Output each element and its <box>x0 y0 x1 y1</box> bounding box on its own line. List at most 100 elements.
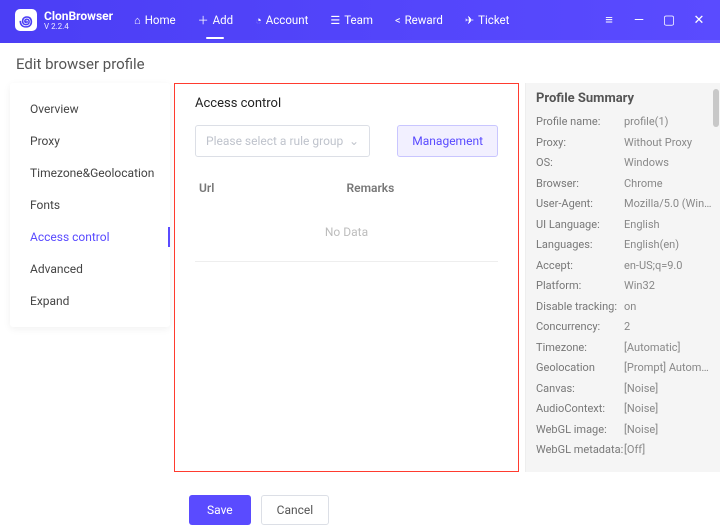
maximize-button[interactable]: ▢ <box>654 5 684 35</box>
summary-label: Concurrency: <box>536 319 624 336</box>
sidebar-item-overview[interactable]: Overview <box>10 93 170 125</box>
summary-label: Platform: <box>536 278 624 295</box>
footer-actions: Save Cancel <box>189 495 329 525</box>
summary-row: Geolocation[Prompt] Automatic <box>536 358 712 379</box>
scrollbar[interactable] <box>713 89 719 127</box>
nav-add[interactable]: ＋ Add <box>187 0 244 40</box>
summary-row: Profile name:profile(1) <box>536 112 712 133</box>
summary-row: Canvas:[Noise] <box>536 379 712 400</box>
home-icon: ⌂ <box>134 14 141 27</box>
summary-value: [Noise] <box>624 422 658 439</box>
summary-row: AudioContext:[Noise] <box>536 399 712 420</box>
menu-icon[interactable]: ≡ <box>594 5 624 35</box>
summary-row: WebGL image:[Noise] <box>536 420 712 441</box>
app-name: ClonBrowser <box>44 10 113 22</box>
summary-value: en-US;q=9.0 <box>624 258 683 275</box>
summary-row: Accept:en-US;q=9.0 <box>536 256 712 277</box>
profile-summary-panel: Profile Summary Profile name:profile(1)P… <box>525 83 720 472</box>
rule-group-select[interactable]: Please select a rule group ⌄ <box>195 125 370 157</box>
app-logo-icon: ꩜ <box>15 9 37 31</box>
share-icon: < <box>395 14 401 27</box>
user-icon: ◔ <box>255 14 262 27</box>
summary-label: Profile name: <box>536 114 624 131</box>
summary-row: UI Language:English <box>536 215 712 236</box>
brand: ꩜ ClonBrowser V 2.2.4 <box>0 9 123 31</box>
summary-label: WebGL metadata: <box>536 442 624 459</box>
summary-value: English <box>624 217 660 234</box>
summary-value: Windows <box>624 155 669 172</box>
sidebar-item-fonts[interactable]: Fonts <box>10 189 170 221</box>
top-bar: ꩜ ClonBrowser V 2.2.4 ⌂Home ＋ Add ◔ Accoun… <box>0 0 720 40</box>
nav-tabs: ⌂Home ＋ Add ◔ Account ☰ Team <Reward ✈ Ticke… <box>123 0 520 40</box>
summary-value: Mozilla/5.0 (Windows NT 1... <box>624 196 712 213</box>
summary-row: User-Agent:Mozilla/5.0 (Windows NT 1... <box>536 194 712 215</box>
summary-label: Timezone: <box>536 340 624 357</box>
team-icon: ☰ <box>330 14 340 27</box>
summary-row: Platform:Win32 <box>536 276 712 297</box>
summary-label: Languages: <box>536 237 624 254</box>
summary-value: [Noise] <box>624 401 658 418</box>
sidebar-item-expand[interactable]: Expand <box>10 285 170 317</box>
page-title: Edit browser profile <box>0 43 720 83</box>
summary-row: Disable tracking:on <box>536 297 712 318</box>
close-button[interactable]: ✕ <box>684 5 714 35</box>
summary-label: Geolocation <box>536 360 624 377</box>
save-button[interactable]: Save <box>189 495 251 525</box>
col-url: Url <box>199 181 347 195</box>
plus-icon: ＋ <box>198 12 209 28</box>
table-header: Url Remarks <box>195 173 498 203</box>
nav-label: Ticket <box>478 13 509 27</box>
window-controls: ≡ — ▢ ✕ <box>594 5 720 35</box>
sidebar: Overview Proxy Timezone&Geolocation Font… <box>10 83 170 327</box>
nav-label: Team <box>344 13 373 27</box>
nav-label: Account <box>266 13 309 27</box>
send-icon: ✈ <box>465 14 474 27</box>
summary-value: on <box>624 299 636 316</box>
summary-value: [Prompt] Automatic <box>624 360 712 377</box>
select-placeholder: Please select a rule group <box>206 134 343 148</box>
summary-value: profile(1) <box>624 114 668 131</box>
summary-label: Browser: <box>536 176 624 193</box>
summary-label: WebGL image: <box>536 422 624 439</box>
section-title: Access control <box>195 96 498 111</box>
nav-ticket[interactable]: ✈ Ticket <box>454 0 520 40</box>
chevron-down-icon: ⌄ <box>349 134 359 148</box>
nav-team[interactable]: ☰ Team <box>319 0 384 40</box>
nav-label: Add <box>213 13 233 27</box>
summary-title: Profile Summary <box>536 91 712 106</box>
summary-value: Without Proxy <box>624 135 692 152</box>
nav-reward[interactable]: <Reward <box>384 0 454 40</box>
summary-row: OS:Windows <box>536 153 712 174</box>
summary-value: English(en) <box>624 237 679 254</box>
summary-label: User-Agent: <box>536 196 624 213</box>
summary-label: AudioContext: <box>536 401 624 418</box>
minimize-button[interactable]: — <box>624 5 654 35</box>
management-button[interactable]: Management <box>397 125 498 157</box>
summary-row: Concurrency:2 <box>536 317 712 338</box>
summary-label: Accept: <box>536 258 624 275</box>
sidebar-item-proxy[interactable]: Proxy <box>10 125 170 157</box>
summary-label: Canvas: <box>536 381 624 398</box>
summary-value: 2 <box>624 319 630 336</box>
cancel-button[interactable]: Cancel <box>261 495 330 525</box>
summary-row: Browser:Chrome <box>536 174 712 195</box>
summary-row: Proxy:Without Proxy <box>536 133 712 154</box>
summary-row: Timezone:[Automatic] <box>536 338 712 359</box>
summary-label: OS: <box>536 155 624 172</box>
summary-value: Win32 <box>624 278 655 295</box>
summary-value: [Off] <box>624 442 645 459</box>
sidebar-item-advanced[interactable]: Advanced <box>10 253 170 285</box>
summary-value: [Noise] <box>624 381 658 398</box>
summary-row: WebGL metadata:[Off] <box>536 440 712 461</box>
summary-label: Proxy: <box>536 135 624 152</box>
summary-label: Disable tracking: <box>536 299 624 316</box>
summary-label: UI Language: <box>536 217 624 234</box>
app-version: V 2.2.4 <box>44 22 113 31</box>
summary-row: Languages:English(en) <box>536 235 712 256</box>
col-remarks: Remarks <box>347 181 495 195</box>
nav-home[interactable]: ⌂Home <box>123 0 187 40</box>
nav-account[interactable]: ◔ Account <box>244 0 319 40</box>
main-panel: Access control Please select a rule grou… <box>174 83 519 472</box>
sidebar-item-access-control[interactable]: Access control <box>10 221 170 253</box>
sidebar-item-timezone[interactable]: Timezone&Geolocation <box>10 157 170 189</box>
